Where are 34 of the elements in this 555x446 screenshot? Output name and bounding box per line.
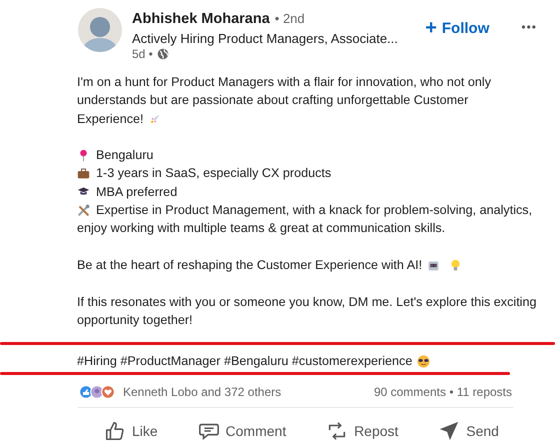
comment-button[interactable]: Comment: [194, 414, 290, 446]
post-text: Bengaluru: [96, 147, 154, 164]
connection-degree: • 2nd: [274, 11, 305, 26]
post-text: Experience!: [77, 110, 144, 128]
more-button[interactable]: •••: [517, 18, 541, 36]
author-headline: Actively Hiring Product Managers, Associate...: [132, 31, 399, 46]
post-text: I'm on a hunt for Product Managers with a flair for innovation, who not only: [77, 74, 492, 91]
globe-icon: [156, 48, 169, 60]
send-button[interactable]: Send: [434, 414, 503, 446]
paper-plane-icon: [438, 420, 460, 442]
lightbulb-icon: [449, 258, 462, 272]
repost-button[interactable]: Repost: [322, 414, 402, 446]
post-text: understands but are passionate about crafting unforgettable Customer: [77, 92, 468, 110]
post-text: If this resonates with you or someone you know, DM me. Let's explore this exciting: [77, 294, 536, 311]
post-text: Expertise in Product Management, with a knack for problem-solving, analytics,: [96, 202, 532, 220]
tools-icon: [77, 204, 90, 217]
rocket-icon: [148, 112, 162, 126]
thumbs-up-icon: [104, 420, 126, 442]
post-text: MBA preferred: [96, 184, 178, 201]
reaction-count[interactable]: Kenneth Lobo and 372 others: [123, 385, 282, 400]
post-text: enjoy working with multiple teams & great at communication skills.: [77, 220, 446, 238]
hashtags[interactable]: #Hiring #ProductManager #Bengaluru #customerexperience: [77, 352, 412, 370]
author-name[interactable]: Abhishek Moharana: [132, 11, 270, 27]
post-text: 1-3 years in SaaS, especially CX products: [96, 165, 332, 182]
sunglasses-face-icon: [417, 354, 430, 368]
post-stats[interactable]: 90 comments • 11 reposts: [374, 385, 512, 400]
avatar[interactable]: [78, 8, 122, 52]
follow-button[interactable]: + Follow: [419, 16, 496, 40]
robot-icon: [427, 258, 440, 272]
briefcase-icon: [77, 167, 90, 180]
post-text: opportunity together!: [77, 312, 193, 329]
like-button[interactable]: Like: [100, 414, 162, 446]
post-time: 5d •: [132, 47, 153, 61]
post-text: Be at the heart of reshaping the Customer Experience with AI!: [77, 256, 422, 274]
